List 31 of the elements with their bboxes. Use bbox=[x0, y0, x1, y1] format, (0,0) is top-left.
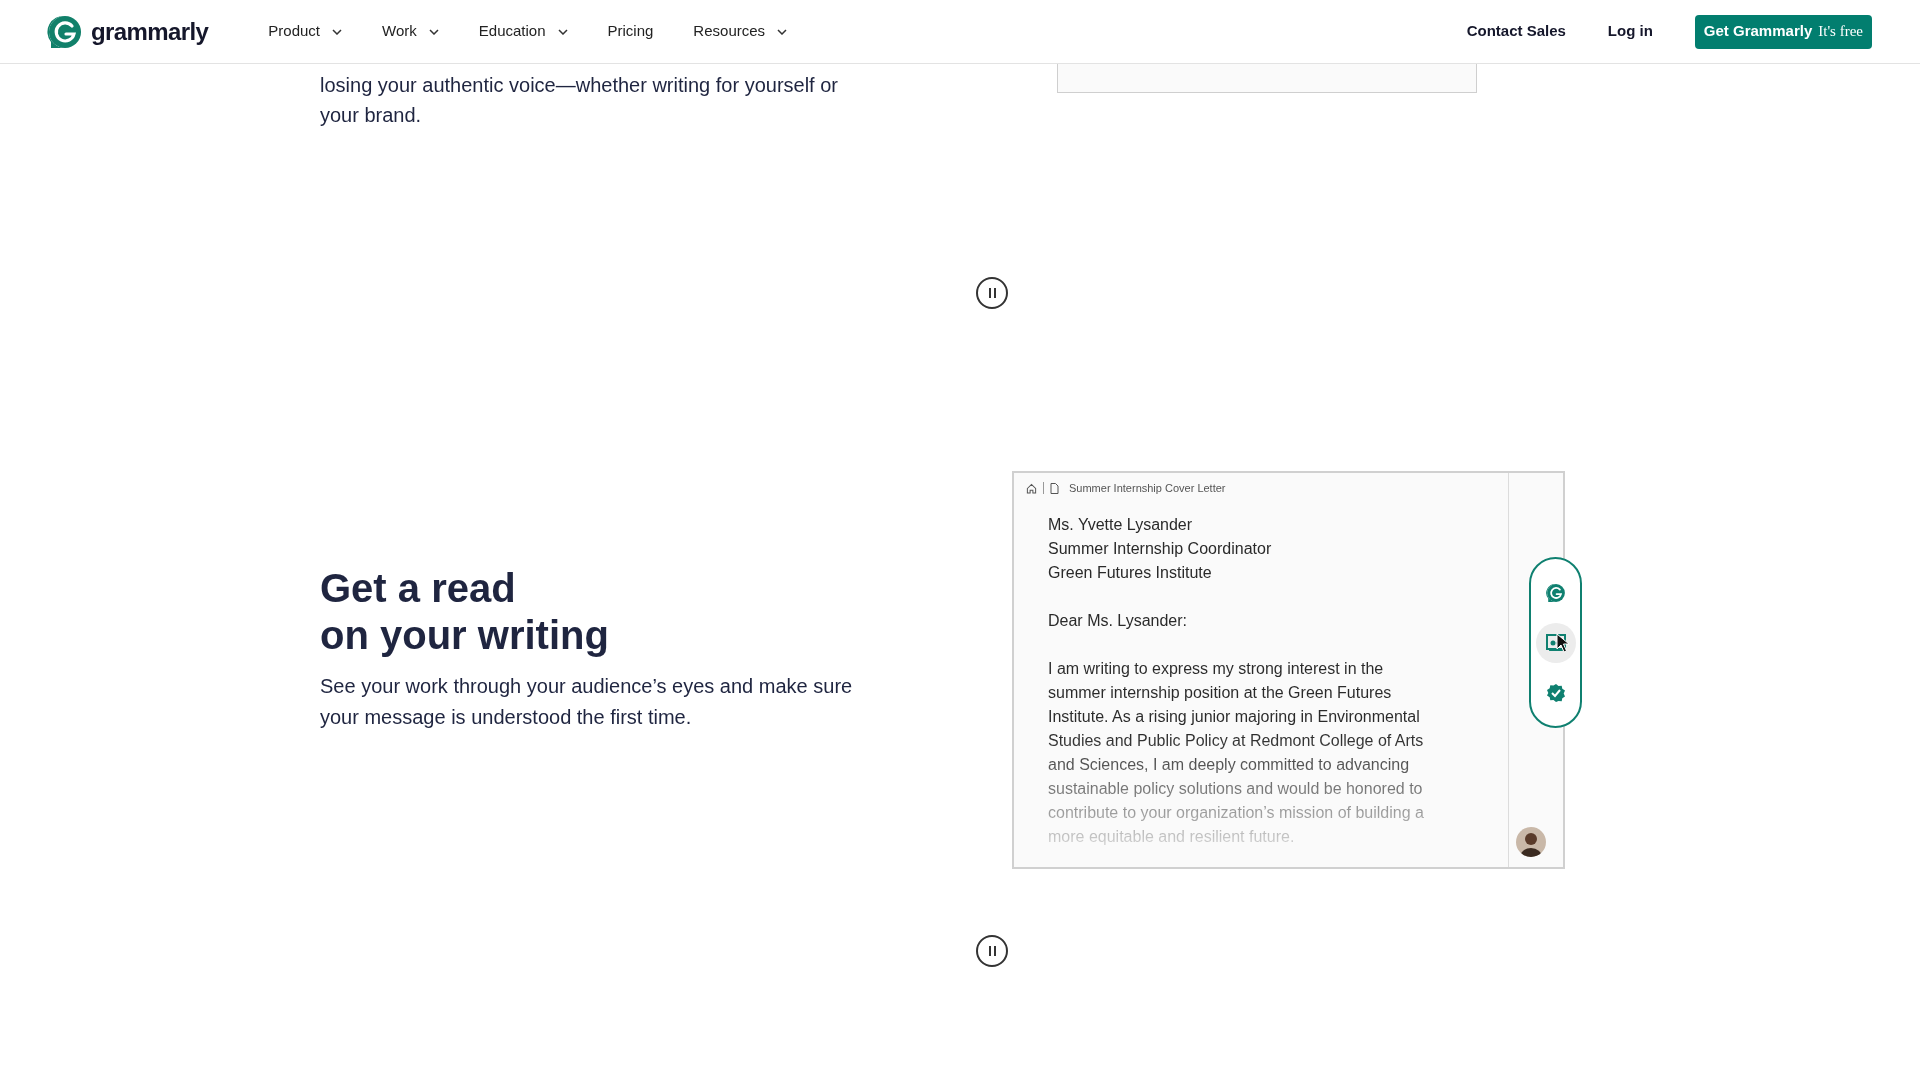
chevron-down-icon bbox=[557, 28, 568, 35]
logo-icon bbox=[47, 13, 83, 50]
home-icon bbox=[1026, 482, 1037, 494]
nav-link[interactable]: Education bbox=[478, 20, 568, 43]
document-icon bbox=[1050, 482, 1059, 494]
avatar bbox=[1516, 827, 1546, 857]
contact-sales-link[interactable]: Contact Sales bbox=[1466, 20, 1566, 43]
chevron-down-icon bbox=[428, 28, 439, 35]
body-text: losing your authentic voice—whether writing for yourself or bbox=[320, 73, 839, 98]
chevron-down-icon bbox=[332, 28, 343, 35]
document-title: Summer Internship Cover Letter bbox=[1069, 481, 1226, 496]
pause-button[interactable] bbox=[976, 935, 1008, 967]
letter-text: Ms. Yvette Lysander bbox=[1048, 514, 1194, 535]
nav-link[interactable]: Resources bbox=[693, 20, 788, 43]
get-grammarly-button[interactable]: Get Grammarly It's free bbox=[1694, 14, 1872, 49]
letter-text: Summer Internship Coordinator bbox=[1048, 538, 1273, 559]
nav-link[interactable]: Product bbox=[268, 20, 343, 43]
nav-link[interactable]: Work bbox=[382, 20, 439, 43]
cursor-icon bbox=[1556, 633, 1570, 653]
body-text: your brand. bbox=[320, 103, 423, 128]
pause-button[interactable] bbox=[976, 277, 1008, 309]
letter-text: Green Futures Institute bbox=[1048, 562, 1213, 583]
logo-icon bbox=[1545, 582, 1566, 603]
section-heading: Get a read on your writing bbox=[320, 565, 610, 659]
nav-link[interactable]: Pricing bbox=[607, 20, 654, 43]
letter-text: Dear Ms. Lysander: bbox=[1048, 610, 1188, 631]
logo-wordmark[interactable]: grammarly bbox=[91, 13, 209, 50]
chevron-down-icon bbox=[777, 28, 788, 35]
verified-check-icon bbox=[1545, 682, 1566, 703]
section-description: See your work through your audience’s eyes and make sure your message is understood the first time. bbox=[320, 674, 854, 730]
login-link[interactable]: Log in bbox=[1607, 20, 1653, 43]
